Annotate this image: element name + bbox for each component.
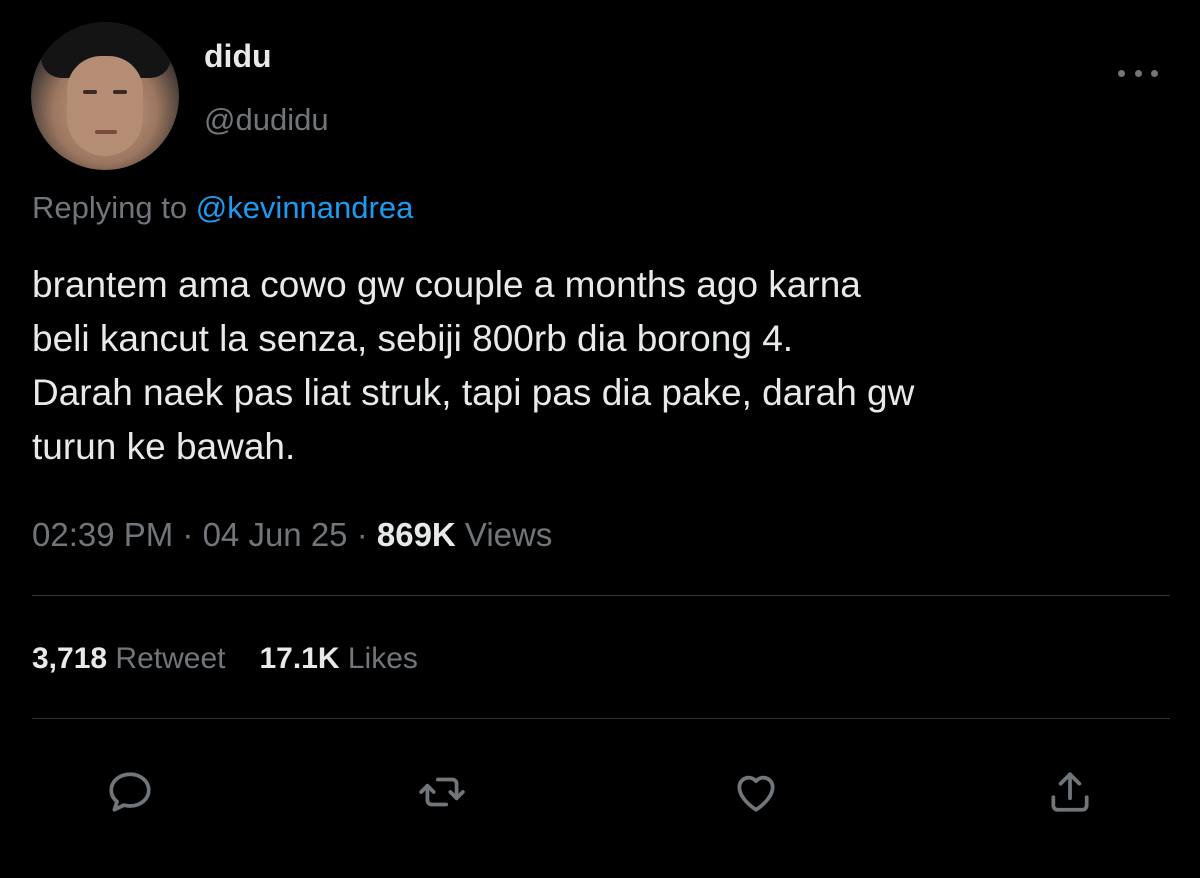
replying-to: Replying to @kevinnandrea bbox=[32, 190, 413, 226]
more-dot-icon bbox=[1118, 69, 1125, 77]
tweet-text-line: brantem ama cowo gw couple a months ago … bbox=[32, 264, 861, 305]
replying-to-label: Replying to bbox=[32, 190, 196, 225]
share-button[interactable] bbox=[1042, 764, 1098, 820]
tweet-text-line: beli kancut la senza, sebiji 800rb dia b… bbox=[32, 318, 794, 359]
tweet-meta: 02:39 PM · 04 Jun 25 · 869K Views bbox=[32, 516, 552, 554]
retweet-button[interactable] bbox=[414, 764, 470, 820]
like-icon bbox=[737, 775, 775, 812]
tweet-text-line: turun ke bawah. bbox=[32, 426, 296, 467]
retweets-stat[interactable]: 3,718 Retweet bbox=[32, 642, 225, 675]
divider bbox=[32, 718, 1170, 719]
avatar-face bbox=[67, 56, 143, 156]
retweets-label: Retweet bbox=[107, 642, 226, 675]
tweet-text-line: Darah naek pas liat struk, tapi pas dia … bbox=[32, 372, 915, 413]
avatar-left-eye bbox=[83, 90, 97, 94]
reply-button[interactable] bbox=[102, 764, 158, 820]
engagement-stats: 3,718 Retweet 17.1K Likes bbox=[32, 642, 418, 676]
retweet-icon bbox=[419, 777, 465, 807]
more-options-button[interactable] bbox=[1112, 58, 1164, 88]
retweets-count: 3,718 bbox=[32, 642, 108, 675]
tweet-date[interactable]: 04 Jun 25 bbox=[203, 516, 348, 553]
reply-icon bbox=[109, 772, 151, 812]
share-icon bbox=[1051, 772, 1089, 812]
views-count: 869K bbox=[376, 516, 456, 553]
display-name[interactable]: didu bbox=[204, 38, 272, 75]
more-dot-icon bbox=[1134, 69, 1142, 77]
meta-separator: · bbox=[173, 516, 203, 553]
avatar[interactable] bbox=[31, 22, 179, 170]
likes-count: 17.1K bbox=[259, 642, 340, 675]
like-button[interactable] bbox=[728, 764, 784, 820]
user-handle[interactable]: @dudidu bbox=[204, 102, 329, 138]
likes-label: Likes bbox=[339, 642, 418, 675]
avatar-right-eye bbox=[113, 90, 127, 94]
tweet-text: brantem ama cowo gw couple a months ago … bbox=[32, 258, 1192, 474]
views-label: Views bbox=[455, 516, 553, 553]
more-dot-icon bbox=[1151, 69, 1158, 77]
likes-stat[interactable]: 17.1K Likes bbox=[259, 642, 417, 675]
divider bbox=[32, 595, 1170, 596]
reply-mention-link[interactable]: @kevinnandrea bbox=[196, 190, 414, 225]
meta-separator: · bbox=[347, 516, 377, 553]
tweet-time[interactable]: 02:39 PM bbox=[32, 516, 173, 553]
avatar-mouth bbox=[95, 130, 117, 134]
